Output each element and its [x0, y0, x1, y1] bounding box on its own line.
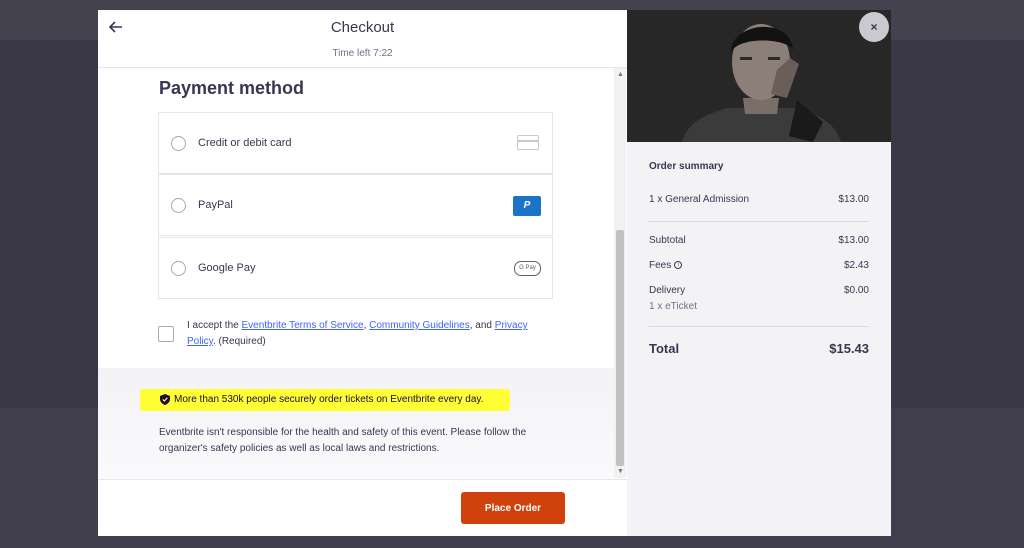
- terms-text: I accept the Eventbrite Terms of Service…: [187, 320, 528, 347]
- line-item-amount: $13.00: [838, 194, 869, 205]
- info-icon[interactable]: i: [674, 261, 683, 270]
- radio-google-pay[interactable]: [171, 261, 186, 276]
- trust-message: More than 530k people securely order tic…: [174, 394, 484, 405]
- info-section: More than 530k people securely order tic…: [98, 368, 614, 478]
- safety-disclaimer: Eventbrite isn't responsible for the hea…: [159, 427, 527, 454]
- delivery-label: Delivery: [649, 285, 686, 296]
- payment-option-label: Credit or debit card: [198, 137, 292, 149]
- order-summary-title: Order summary: [649, 161, 724, 172]
- fees-label: Fees: [649, 260, 672, 271]
- summary-divider: [649, 326, 869, 327]
- subtotal-amount: $13.00: [838, 235, 869, 246]
- payment-option-card[interactable]: Credit or debit card: [158, 112, 553, 174]
- google-pay-icon: G Pay: [514, 261, 541, 276]
- event-portrait-image: [627, 10, 891, 142]
- line-item-row: 1 x General Admission $13.00: [649, 194, 869, 205]
- credit-card-icon: [517, 135, 539, 150]
- subtotal-row: Subtotal $13.00: [649, 235, 869, 246]
- checkout-header: Checkout Time left 7:22: [98, 10, 627, 68]
- payment-option-label: Google Pay: [198, 262, 256, 274]
- checkout-footer: Place Order: [98, 479, 627, 536]
- terms-checkbox[interactable]: [158, 326, 174, 342]
- scroll-up-arrow-icon[interactable]: ▲: [617, 71, 624, 78]
- page-title: Checkout: [330, 19, 395, 36]
- payment-option-paypal[interactable]: PayPal P: [158, 174, 553, 236]
- scroll-down-arrow-icon[interactable]: ▼: [617, 468, 624, 475]
- time-left: Time left 7:22: [332, 48, 393, 59]
- total-label: Total: [649, 341, 680, 356]
- paypal-icon: P: [513, 196, 541, 216]
- payment-option-label: PayPal: [198, 199, 233, 211]
- scrollbar[interactable]: ▲ ▼: [614, 68, 626, 478]
- total-row: Total $15.43: [649, 341, 869, 356]
- radio-card[interactable]: [171, 136, 186, 151]
- checkout-panel: Checkout Time left 7:22 Payment method C…: [98, 10, 627, 536]
- delivery-detail: 1 x eTicket: [649, 301, 697, 312]
- delivery-row: Delivery $0.00: [649, 285, 869, 296]
- payment-method-title: Payment method: [159, 78, 305, 98]
- radio-paypal[interactable]: [171, 198, 186, 213]
- shield-check-icon: [160, 394, 170, 405]
- total-amount: $15.43: [829, 341, 869, 356]
- scrollbar-thumb[interactable]: [616, 230, 624, 466]
- place-order-button[interactable]: Place Order: [461, 492, 565, 524]
- checkout-modal: Checkout Time left 7:22 Payment method C…: [98, 10, 891, 536]
- payment-option-google-pay[interactable]: Google Pay G Pay: [158, 237, 553, 299]
- trust-highlight: More than 530k people securely order tic…: [140, 389, 510, 411]
- fees-amount: $2.43: [843, 260, 869, 271]
- subtotal-label: Subtotal: [649, 235, 686, 246]
- event-image: [627, 10, 891, 142]
- close-icon: ×: [870, 20, 878, 34]
- close-button[interactable]: ×: [859, 12, 889, 42]
- community-guidelines-link[interactable]: Community Guidelines: [369, 320, 470, 331]
- order-summary-panel: Order summary 1 x General Admission $13.…: [627, 10, 891, 536]
- terms-of-service-link[interactable]: Eventbrite Terms of Service: [241, 320, 363, 331]
- delivery-amount: $0.00: [843, 285, 869, 296]
- fees-row: Fees i $2.43: [649, 260, 869, 271]
- summary-divider: [649, 221, 869, 222]
- line-item-label: 1 x General Admission: [649, 194, 750, 205]
